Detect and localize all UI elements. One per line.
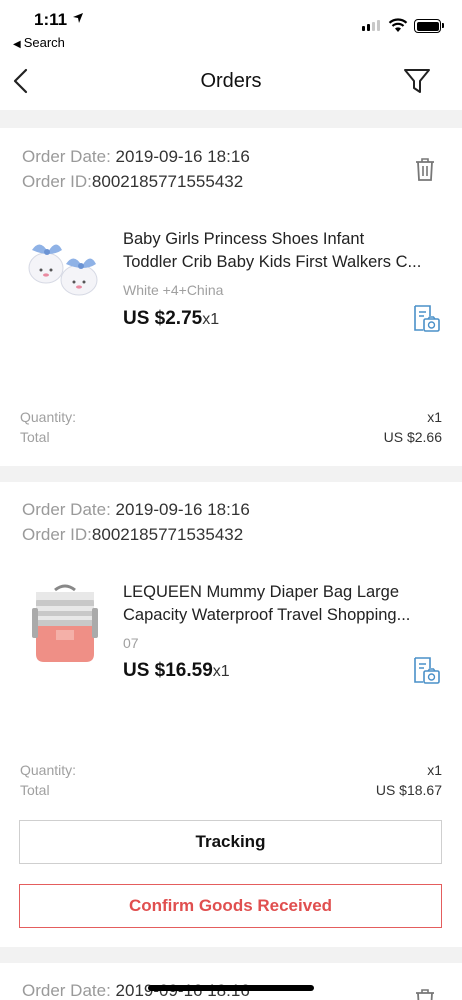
total-label: Total xyxy=(20,782,50,798)
order-card[interactable]: Order Date: 2019-09-16 18:16 Order ID:80… xyxy=(0,128,462,466)
order-card[interactable]: Order Date: 2019-09-16 18:16 Order ID:80… xyxy=(0,482,462,947)
order-card[interactable]: Order Date: 2019-09-16 18:16 xyxy=(0,963,462,1000)
quantity-label: Quantity: xyxy=(20,409,77,425)
product-title[interactable]: LEQUEEN Mummy Diaper Bag Large Capacity … xyxy=(123,581,443,627)
order-id-row: Order ID:8002185771535432 xyxy=(22,525,243,545)
location-arrow-icon xyxy=(73,13,83,23)
product-price: US $16.59x1 xyxy=(123,660,230,682)
back-to-app-link[interactable]: ◀ Search xyxy=(13,35,65,50)
back-triangle-icon: ◀ xyxy=(13,39,21,50)
price-qty: x1 xyxy=(212,663,230,680)
section-separator xyxy=(0,466,462,482)
page-title: Orders xyxy=(200,70,262,92)
section-separator xyxy=(0,947,462,963)
order-id-value: 8002185771555432 xyxy=(91,172,244,191)
battery-icon xyxy=(414,19,444,33)
product-title-line-2: Capacity Waterproof Travel Shopping... xyxy=(123,606,411,624)
photo-review-icon[interactable] xyxy=(411,304,441,334)
trash-icon[interactable] xyxy=(413,156,437,182)
product-title-line-1: LEQUEEN Mummy Diaper Bag Large xyxy=(123,583,400,601)
total-value: US $18.67 xyxy=(375,782,442,798)
quantity-label: Quantity: xyxy=(20,762,77,778)
price-value: US $2.75 xyxy=(123,308,203,329)
nav-bar: Orders xyxy=(0,56,462,108)
price-qty: x1 xyxy=(202,311,220,328)
order-id-row: Order ID:8002185771555432 xyxy=(22,172,243,192)
quantity-value: x1 xyxy=(427,409,442,425)
order-date-value: 2019-09-16 18:16 xyxy=(115,500,250,519)
product-thumbnail-shoes[interactable] xyxy=(22,220,108,306)
tracking-button[interactable]: Tracking xyxy=(19,820,442,864)
back-app-label: Search xyxy=(23,35,65,50)
quantity-value: x1 xyxy=(427,762,442,778)
price-value: US $16.59 xyxy=(123,660,213,681)
order-id-label: Order ID: xyxy=(22,172,92,191)
status-time: 1:11 xyxy=(34,10,68,29)
wifi-icon xyxy=(388,18,408,32)
order-date-row: Order Date: 2019-09-16 18:16 xyxy=(22,500,250,520)
product-price: US $2.75x1 xyxy=(123,308,219,330)
order-date-value: 2019-09-16 18:16 xyxy=(115,147,250,166)
order-date-label: Order Date: xyxy=(22,981,111,1000)
photo-review-icon[interactable] xyxy=(411,656,441,686)
filter-icon[interactable] xyxy=(402,66,432,96)
cellular-signal-icon xyxy=(362,20,380,31)
status-bar: 1:11 ◀ Search xyxy=(0,0,462,56)
confirm-goods-received-button[interactable]: Confirm Goods Received xyxy=(19,884,442,928)
total-value: US $2.66 xyxy=(383,429,442,445)
order-id-value: 8002185771535432 xyxy=(91,525,244,544)
total-label: Total xyxy=(20,429,50,445)
order-id-label: Order ID: xyxy=(22,525,92,544)
product-title-line-1: Baby Girls Princess Shoes Infant xyxy=(123,230,365,248)
product-title[interactable]: Baby Girls Princess Shoes Infant Toddler… xyxy=(123,228,443,274)
order-date-label: Order Date: xyxy=(22,147,111,166)
home-indicator[interactable] xyxy=(148,985,314,991)
order-date-label: Order Date: xyxy=(22,500,111,519)
section-separator xyxy=(0,110,462,128)
product-thumbnail-diaper-bag[interactable] xyxy=(22,580,108,666)
product-variant: 07 xyxy=(123,635,139,651)
product-variant: White +4+China xyxy=(123,282,224,298)
trash-icon[interactable] xyxy=(413,987,437,1000)
product-title-line-2: Toddler Crib Baby Kids First Walkers C..… xyxy=(123,253,422,271)
order-date-row: Order Date: 2019-09-16 18:16 xyxy=(22,147,250,167)
